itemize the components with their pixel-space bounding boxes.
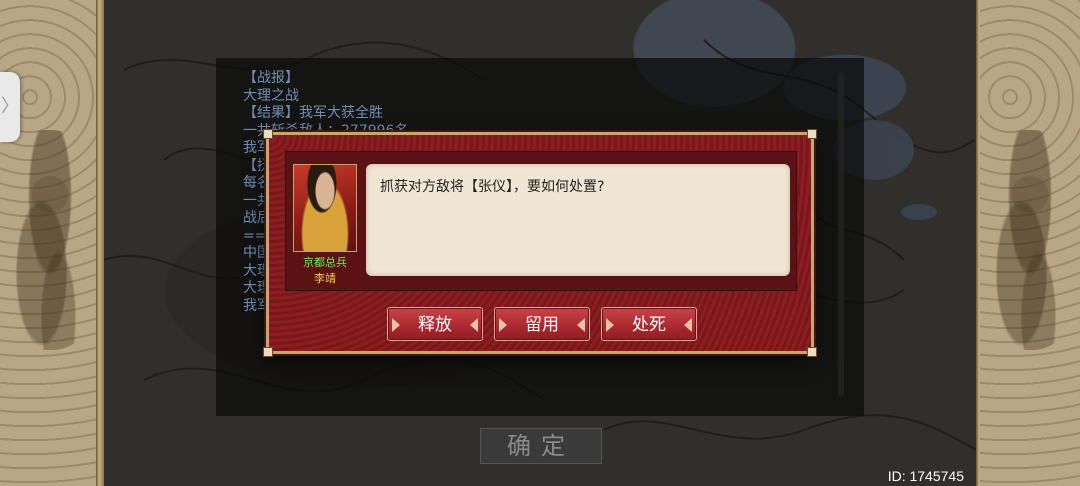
capture-decision-dialog: 京都总兵 李靖 抓获对方敌将【张仪】，要如何处置? 释放 留用 处死: [263, 129, 817, 357]
arrow-left-icon: [392, 318, 400, 332]
corner-ornament: [807, 347, 817, 357]
dragon-ornament: [8, 130, 92, 350]
release-button[interactable]: 释放: [387, 307, 483, 341]
execute-button-label: 处死: [632, 315, 666, 335]
corner-ornament: [263, 347, 273, 357]
recruit-button-label: 留用: [525, 315, 559, 335]
corner-ornament: [263, 129, 273, 139]
general-title: 京都总兵: [303, 256, 347, 269]
report-line: 大理之战: [243, 87, 299, 104]
general-name: 李靖: [314, 272, 336, 285]
corner-ornament: [807, 129, 817, 139]
arrow-left-icon: [606, 318, 614, 332]
left-frame-bar: [96, 0, 104, 486]
execute-button[interactable]: 处死: [601, 307, 697, 341]
arrow-right-icon: [684, 318, 692, 332]
arrow-right-icon: [577, 318, 585, 332]
player-id-label: ID: 1745745: [887, 468, 964, 484]
report-line: 【结果】我军大获全胜: [243, 105, 383, 121]
dialog-buttons: 释放 留用 处死: [269, 307, 811, 343]
recruit-button[interactable]: 留用: [494, 307, 590, 341]
report-scrollbar[interactable]: [838, 72, 844, 397]
confirm-button[interactable]: 确定: [480, 428, 602, 464]
right-ornament-panel: [980, 0, 1080, 486]
dialog-content-box: 京都总兵 李靖 抓获对方敌将【张仪】，要如何处置?: [285, 151, 797, 291]
release-button-label: 释放: [418, 315, 452, 335]
arrow-right-icon: [470, 318, 478, 332]
side-drawer-tab[interactable]: 〉: [0, 72, 20, 142]
report-line: 【战报】: [243, 70, 299, 86]
message-box: 抓获对方敌将【张仪】，要如何处置?: [366, 164, 790, 276]
dialog-message: 抓获对方敌将【张仪】，要如何处置?: [380, 179, 605, 195]
chevron-right-icon: 〉: [1, 96, 19, 117]
arrow-left-icon: [499, 318, 507, 332]
general-portrait: [293, 164, 357, 252]
dragon-ornament: [988, 130, 1072, 350]
